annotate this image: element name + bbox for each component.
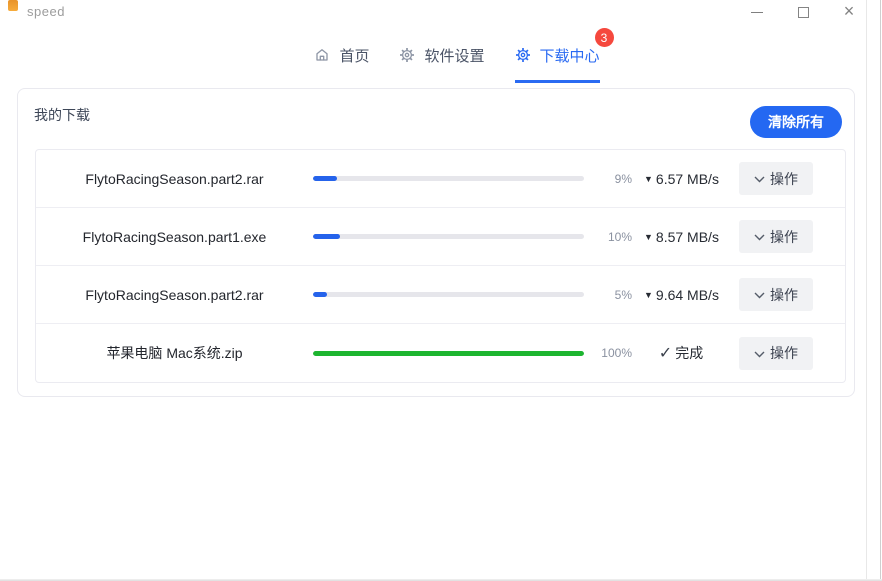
action-button-label: 操作 <box>770 227 798 247</box>
gear-icon <box>399 47 415 63</box>
chevron-down-icon <box>754 292 765 299</box>
file-name: 苹果电脑 Mac系统.zip <box>36 343 313 363</box>
tab-home-label: 首页 <box>339 45 369 66</box>
progress-fill <box>313 234 340 239</box>
file-name: FlytoRacingSeason.part2.rar <box>36 171 313 187</box>
maximize-icon <box>798 7 809 18</box>
progress-bar <box>313 234 584 239</box>
minimize-icon <box>751 12 763 13</box>
action-button[interactable]: 操作 <box>739 162 813 195</box>
progress-bar <box>313 351 584 356</box>
download-status: ▼ 8.57 MB/s <box>644 229 718 245</box>
download-speed: 8.57 MB/s <box>656 229 719 245</box>
maximize-button[interactable] <box>780 0 826 24</box>
minimize-button[interactable] <box>734 0 780 24</box>
action-button[interactable]: 操作 <box>739 220 813 253</box>
chevron-down-icon <box>754 176 765 183</box>
downloads-panel: 我的下载 清除所有 FlytoRacingSeason.part2.rar 9%… <box>17 88 855 397</box>
tab-download-center-label: 下载中心 <box>540 45 600 66</box>
download-row: FlytoRacingSeason.part2.rar 9% ▼ 6.57 MB… <box>36 150 845 208</box>
tab-download-center[interactable]: 下载中心 3 <box>515 42 600 68</box>
tab-settings-label: 软件设置 <box>424 45 484 66</box>
download-speed: 6.57 MB/s <box>656 171 719 187</box>
download-row: FlytoRacingSeason.part2.rar 5% ▼ 9.64 MB… <box>36 266 845 324</box>
home-icon <box>314 47 330 63</box>
file-name: FlytoRacingSeason.part2.rar <box>36 287 313 303</box>
panel-title: 我的下载 <box>34 105 90 125</box>
download-complete-label: 完成 <box>675 343 703 363</box>
progress-percent: 100% <box>584 346 632 360</box>
action-button[interactable]: 操作 <box>739 278 813 311</box>
progress-percent: 9% <box>584 172 632 186</box>
tab-home[interactable]: 首页 <box>314 42 369 68</box>
action-button[interactable]: 操作 <box>739 337 813 370</box>
action-button-label: 操作 <box>770 169 798 189</box>
progress-fill <box>313 351 584 356</box>
app-title: speed <box>27 4 65 19</box>
progress-fill <box>313 176 337 181</box>
progress-bar <box>313 176 584 181</box>
scrollbar-track[interactable] <box>866 0 867 581</box>
main-nav: 首页 软件设置 <box>0 42 882 68</box>
clear-all-button[interactable]: 清除所有 <box>750 106 842 138</box>
action-button-label: 操作 <box>770 285 798 305</box>
download-row: 苹果电脑 Mac系统.zip 100% ✓ 完成 操作 <box>36 324 845 382</box>
progress-percent: 5% <box>584 288 632 302</box>
file-name: FlytoRacingSeason.part1.exe <box>36 229 313 245</box>
progress-fill <box>313 292 327 297</box>
chevron-down-icon <box>754 351 765 358</box>
download-status: ✓ 完成 <box>644 343 718 363</box>
download-list: FlytoRacingSeason.part2.rar 9% ▼ 6.57 MB… <box>35 149 846 383</box>
check-icon: ✓ <box>659 343 672 363</box>
download-count-badge: 3 <box>595 28 614 47</box>
window-controls: × <box>734 0 872 24</box>
app-logo-icon <box>8 0 18 11</box>
action-button-label: 操作 <box>770 343 798 363</box>
download-arrow-icon: ▼ <box>644 232 653 242</box>
chevron-down-icon <box>754 234 765 241</box>
download-arrow-icon: ▼ <box>644 290 653 300</box>
download-status: ▼ 6.57 MB/s <box>644 171 718 187</box>
titlebar: speed × <box>0 0 882 24</box>
progress-bar <box>313 292 584 297</box>
window-right-border <box>880 0 881 581</box>
download-row: FlytoRacingSeason.part1.exe 10% ▼ 8.57 M… <box>36 208 845 266</box>
close-icon: × <box>844 2 855 20</box>
download-status: ▼ 9.64 MB/s <box>644 287 718 303</box>
progress-percent: 10% <box>584 230 632 244</box>
download-speed: 9.64 MB/s <box>656 287 719 303</box>
download-arrow-icon: ▼ <box>644 174 653 184</box>
tab-settings[interactable]: 软件设置 <box>399 42 484 68</box>
gear-icon <box>515 47 531 63</box>
